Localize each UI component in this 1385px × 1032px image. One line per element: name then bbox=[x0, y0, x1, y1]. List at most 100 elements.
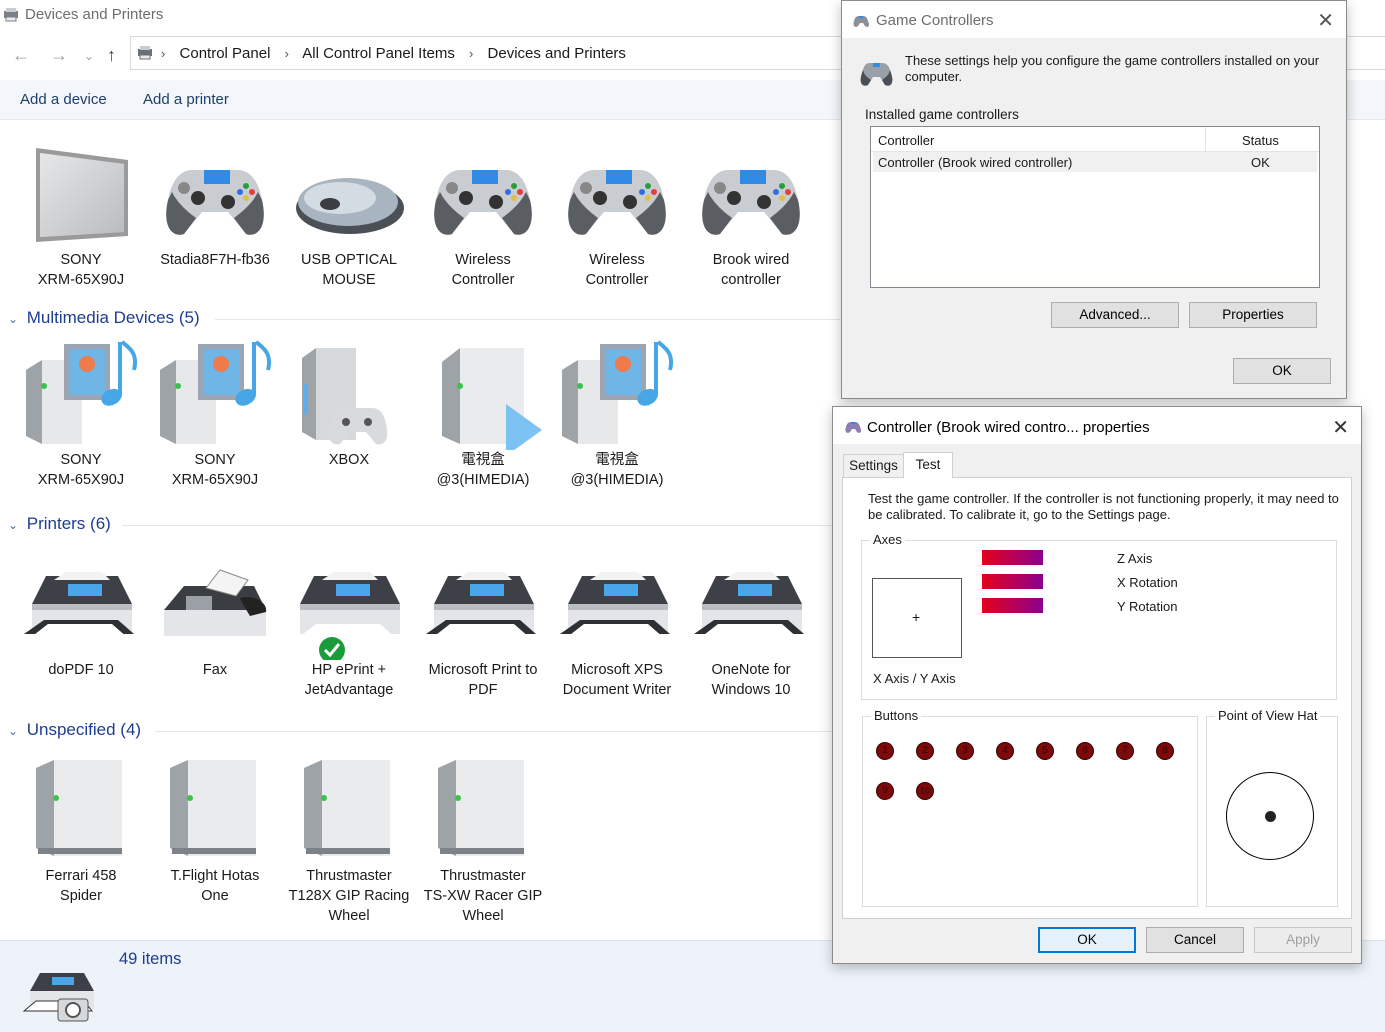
device-item[interactable]: SONY XRM-65X90J bbox=[14, 140, 148, 290]
device-label: JetAdvantage bbox=[304, 682, 394, 698]
device-item[interactable]: SONY XRM-65X90J bbox=[14, 340, 148, 490]
device-label: T.Flight Hotas bbox=[170, 868, 260, 884]
chevron-right-icon: › bbox=[284, 46, 289, 61]
device-item[interactable]: Microsoft Print to PDF bbox=[416, 550, 550, 700]
xy-axis-box: + bbox=[872, 578, 962, 658]
media-server-icon bbox=[14, 340, 148, 450]
dialog-titlebar: Controller (Brook wired contro... proper… bbox=[833, 407, 1361, 444]
device-item[interactable]: Ferrari 458 Spider bbox=[14, 756, 148, 906]
gamepad-icon bbox=[853, 16, 870, 27]
up-arrow-icon[interactable]: ↑ bbox=[107, 45, 116, 66]
properties-button[interactable]: Properties bbox=[1189, 302, 1317, 328]
pov-hat-indicator bbox=[1265, 811, 1276, 822]
device-item[interactable]: 電視盒 @3(HIMEDIA) bbox=[550, 340, 684, 490]
buttons-label: Buttons bbox=[871, 708, 922, 723]
pov-label: Point of View Hat bbox=[1215, 708, 1321, 723]
device-label: Microsoft Print to bbox=[428, 662, 538, 678]
list-header: Controller Status bbox=[871, 127, 1319, 152]
gamepad-icon bbox=[148, 140, 282, 250]
group-divider bbox=[155, 731, 840, 732]
dialog-titlebar: Game Controllers ✕ bbox=[842, 1, 1346, 38]
joystick-button: 2 bbox=[916, 742, 934, 760]
group-header-multimedia[interactable]: ⌄ Multimedia Devices (5) bbox=[8, 308, 200, 328]
device-label: Controller bbox=[585, 272, 649, 288]
game-controllers-dialog: Game Controllers ✕ These settings help y… bbox=[841, 0, 1347, 399]
breadcrumb-all-items[interactable]: All Control Panel Items bbox=[302, 45, 455, 62]
advanced-button[interactable]: Advanced... bbox=[1051, 302, 1179, 328]
device-item[interactable]: Thrustmaster TS-XW Racer GIP Wheel bbox=[416, 756, 550, 926]
device-item[interactable]: Wireless Controller bbox=[416, 140, 550, 290]
add-device-button[interactable]: Add a device bbox=[20, 91, 107, 108]
back-arrow-icon[interactable]: ← bbox=[12, 45, 30, 66]
device-item[interactable]: Wireless Controller bbox=[550, 140, 684, 290]
ok-button[interactable]: OK bbox=[1233, 358, 1331, 384]
recent-chevron-down-icon[interactable]: ⌄ bbox=[84, 49, 94, 63]
test-description: Test the game controller. If the control… bbox=[868, 491, 1339, 522]
joystick-button: 6 bbox=[1076, 742, 1094, 760]
table-row[interactable]: Controller (Brook wired controller) OK bbox=[873, 152, 1317, 172]
device-item[interactable]: SONY XRM-65X90J bbox=[148, 340, 282, 490]
device-label: Controller bbox=[451, 272, 515, 288]
device-item[interactable]: OneNote for Windows 10 bbox=[684, 550, 818, 700]
device-item[interactable]: Fax bbox=[148, 550, 282, 680]
device-item[interactable]: USB OPTICAL MOUSE bbox=[282, 140, 416, 290]
pov-hat-circle bbox=[1226, 772, 1314, 860]
device-label: Document Writer bbox=[562, 682, 672, 698]
close-icon[interactable]: ✕ bbox=[1332, 415, 1349, 440]
device-label: XBOX bbox=[328, 452, 370, 468]
apply-button[interactable]: Apply bbox=[1254, 927, 1352, 953]
generic-device-icon bbox=[282, 756, 416, 866]
generic-device-icon bbox=[148, 756, 282, 866]
device-label: Thrustmaster bbox=[306, 868, 392, 884]
device-item[interactable]: Microsoft XPS Document Writer bbox=[550, 550, 684, 700]
xy-axis-label: X Axis / Y Axis bbox=[873, 671, 956, 686]
device-label: Fax bbox=[202, 662, 228, 678]
breadcrumb: › Control Panel › All Control Panel Item… bbox=[161, 45, 626, 62]
device-label: XRM-65X90J bbox=[171, 472, 259, 488]
group-header-printers[interactable]: ⌄ Printers (6) bbox=[8, 514, 111, 534]
add-printer-button[interactable]: Add a printer bbox=[143, 91, 229, 108]
tab-test[interactable]: Test bbox=[903, 452, 953, 478]
device-item[interactable]: Stadia8F7H-fb36 bbox=[148, 140, 282, 270]
z-axis-label: Z Axis bbox=[1117, 551, 1153, 566]
group-count: (4) bbox=[120, 720, 142, 739]
group-count: (5) bbox=[178, 308, 200, 327]
device-label: Ferrari 458 bbox=[45, 868, 117, 884]
device-item[interactable]: doPDF 10 bbox=[14, 550, 148, 680]
column-header-controller[interactable]: Controller bbox=[878, 133, 934, 148]
breadcrumb-control-panel[interactable]: Control Panel bbox=[180, 45, 271, 62]
device-label: Wheel bbox=[328, 908, 370, 924]
dialog-title: Game Controllers bbox=[876, 12, 994, 29]
column-header-status[interactable]: Status bbox=[1242, 133, 1279, 148]
gamepad-icon bbox=[416, 140, 550, 250]
tab-settings[interactable]: Settings bbox=[843, 454, 904, 477]
y-rotation-bar bbox=[982, 598, 1043, 613]
device-item[interactable]: Brook wired controller bbox=[684, 140, 818, 290]
cancel-button[interactable]: Cancel bbox=[1146, 927, 1244, 953]
window-titlebar: Devices and Printers bbox=[0, 0, 840, 30]
close-icon[interactable]: ✕ bbox=[1317, 8, 1334, 33]
device-label: MOUSE bbox=[322, 272, 376, 288]
device-label: Thrustmaster bbox=[440, 868, 526, 884]
device-label: TS-XW Racer GIP bbox=[423, 888, 543, 904]
device-label: SONY bbox=[60, 252, 102, 268]
gamepad-icon bbox=[860, 63, 893, 86]
device-item[interactable]: T.Flight Hotas One bbox=[148, 756, 282, 906]
controllers-listview[interactable]: Controller Status Controller (Brook wire… bbox=[870, 126, 1320, 288]
joystick-button: 5 bbox=[1036, 742, 1054, 760]
chevron-right-icon: › bbox=[469, 46, 474, 61]
ok-button[interactable]: OK bbox=[1038, 927, 1136, 953]
joystick-button: 1 bbox=[876, 742, 894, 760]
device-item[interactable]: XBOX bbox=[282, 340, 416, 470]
device-item[interactable]: Thrustmaster T128X GIP Racing Wheel bbox=[282, 756, 416, 926]
device-label: OneNote for bbox=[711, 662, 791, 678]
device-item[interactable]: HP ePrint + JetAdvantage bbox=[282, 550, 416, 700]
device-label: @3(HIMEDIA) bbox=[570, 472, 664, 488]
controller-status: OK bbox=[1251, 155, 1270, 170]
forward-arrow-icon[interactable]: → bbox=[50, 45, 68, 66]
joystick-button: 9 bbox=[876, 782, 894, 800]
device-label: 電視盒 bbox=[461, 452, 505, 468]
device-item[interactable]: 電視盒 @3(HIMEDIA) bbox=[416, 340, 550, 490]
group-header-unspecified[interactable]: ⌄ Unspecified (4) bbox=[8, 720, 141, 740]
breadcrumb-devices-printers[interactable]: Devices and Printers bbox=[488, 45, 626, 62]
